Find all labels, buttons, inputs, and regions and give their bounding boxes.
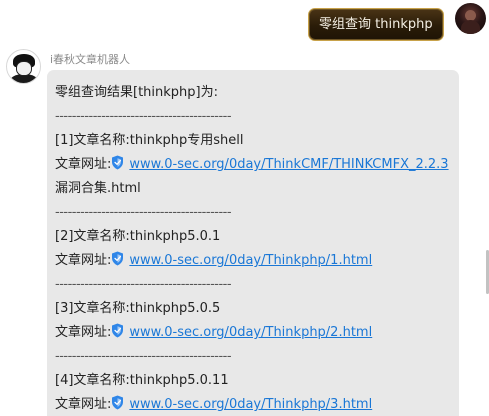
result-url-row: 文章网址: www.0-sec.org/0day/Thinkphp/2.html — [55, 321, 459, 345]
result-link[interactable]: www.0-sec.org/0day/Thinkphp/3.html — [129, 397, 372, 412]
result-link[interactable]: www.0-sec.org/0day/ThinkCMF/THINKCMFX_2.… — [129, 157, 448, 172]
bot-avatar[interactable] — [6, 49, 41, 84]
avatar-body-shape — [461, 20, 480, 34]
result-link[interactable]: www.0-sec.org/0day/Thinkphp/2.html — [129, 325, 372, 340]
divider: ----------------------------------------… — [55, 349, 232, 364]
url-label: 文章网址: — [55, 157, 112, 172]
result-title: [4]文章名称:thinkphp5.0.11 — [55, 373, 229, 388]
shield-icon — [112, 323, 124, 338]
divider: ----------------------------------------… — [55, 205, 232, 220]
result-header: 零组查询结果[thinkphp]为: — [55, 85, 218, 100]
result-url-row: 文章网址: www.0-sec.org/0day/ThinkCMF/THINKCM… — [55, 153, 459, 177]
shield-icon — [112, 251, 124, 266]
result-url-row: 文章网址: www.0-sec.org/0day/Thinkphp/3.html — [55, 393, 459, 416]
shield-icon — [112, 395, 124, 410]
result-link[interactable]: www.0-sec.org/0day/Thinkphp/1.html — [129, 253, 372, 268]
result-url-continuation: 漏洞合集.html — [55, 181, 141, 196]
divider: ----------------------------------------… — [55, 109, 232, 124]
bot-message: 零组查询结果[thinkphp]为: ---------------------… — [47, 70, 459, 416]
result-url-row: 文章网址: www.0-sec.org/0day/Thinkphp/1.html — [55, 249, 459, 273]
scrollbar[interactable] — [485, 0, 489, 416]
result-title: [1]文章名称:thinkphp专用shell — [55, 133, 244, 148]
chat-window: 零组查询 thinkphp i春秋文章机器人 零组查询结果[thinkphp]为… — [0, 0, 489, 416]
outgoing-message[interactable]: 零组查询 thinkphp — [308, 8, 444, 41]
url-label: 文章网址: — [55, 253, 112, 268]
url-label: 文章网址: — [55, 325, 112, 340]
divider: ----------------------------------------… — [55, 277, 232, 292]
avatar-face-shape — [16, 61, 32, 76]
result-title: [2]文章名称:thinkphp5.0.1 — [55, 229, 221, 244]
url-label: 文章网址: — [55, 397, 112, 412]
shield-icon — [112, 155, 124, 170]
self-avatar[interactable] — [455, 3, 486, 34]
result-title: [3]文章名称:thinkphp5.0.5 — [55, 301, 221, 316]
bot-name: i春秋文章机器人 — [50, 53, 131, 66]
